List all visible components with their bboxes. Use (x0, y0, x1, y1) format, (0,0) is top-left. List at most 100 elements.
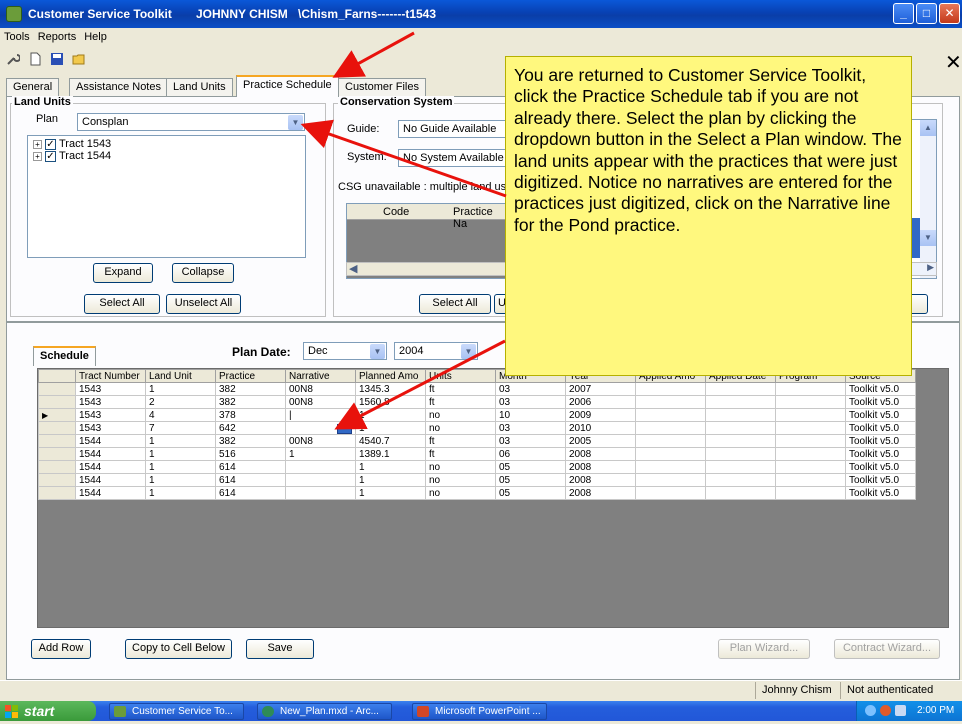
column-header[interactable]: Tract Number (75, 369, 146, 383)
table-cell[interactable] (635, 460, 706, 474)
row-header[interactable] (38, 395, 76, 409)
table-cell[interactable]: 382 (215, 395, 286, 409)
table-cell[interactable] (775, 460, 846, 474)
table-cell[interactable]: 1 (145, 473, 216, 487)
table-cell[interactable]: 2005 (565, 434, 636, 448)
table-cell[interactable]: no (425, 408, 496, 422)
tab-assistance-notes[interactable]: Assistance Notes (69, 78, 168, 96)
row-header[interactable] (38, 421, 76, 435)
plan-wizard-button[interactable]: Plan Wizard... (718, 639, 810, 659)
table-cell[interactable]: 2007 (565, 382, 636, 396)
table-cell[interactable]: 00N8 (285, 395, 356, 409)
new-document-icon[interactable] (28, 52, 42, 66)
table-cell[interactable]: 516 (215, 447, 286, 461)
taskbar-item-powerpoint[interactable]: Microsoft PowerPoint ... (412, 703, 547, 720)
table-cell[interactable] (775, 486, 846, 500)
table-cell[interactable]: 2010 (565, 421, 636, 435)
table-cell[interactable] (635, 421, 706, 435)
table-cell[interactable]: 1560.8 (355, 395, 426, 409)
table-cell[interactable]: 382 (215, 382, 286, 396)
table-row[interactable]: 1544 1 614 1 no 05 2008 Toolkit v5.0 (38, 486, 916, 500)
panel-close-icon[interactable]: ✕ (945, 50, 962, 75)
table-row[interactable]: 1544 1 614 1 no 05 2008 Toolkit v5.0 (38, 460, 916, 474)
table-cell[interactable]: 05 (495, 486, 566, 500)
table-cell[interactable]: 1 (355, 473, 426, 487)
practice-list-hscrollbar[interactable]: ◀ (346, 262, 510, 276)
right-list-vscrollbar[interactable]: ▲ ▼ (920, 120, 936, 278)
save-button[interactable]: Save (246, 639, 314, 659)
table-cell[interactable]: 05 (495, 460, 566, 474)
row-header[interactable] (38, 434, 76, 448)
table-cell[interactable]: no (425, 460, 496, 474)
expand-button[interactable]: Expand (93, 263, 153, 283)
table-row[interactable]: 1543 2 382 00N8 1560.8 ft 03 2006 Toolkit v5.0 (38, 395, 916, 409)
table-cell[interactable] (775, 473, 846, 487)
table-cell[interactable]: ft (425, 395, 496, 409)
collapse-button[interactable]: Collapse (172, 263, 234, 283)
tab-general[interactable]: General (6, 78, 60, 96)
chevron-down-icon[interactable]: ▼ (461, 344, 476, 359)
table-cell[interactable] (285, 473, 356, 487)
table-cell[interactable] (775, 382, 846, 396)
table-cell[interactable] (775, 421, 846, 435)
table-cell[interactable]: 03 (495, 382, 566, 396)
chevron-down-icon[interactable]: ▼ (288, 115, 303, 130)
table-cell[interactable]: 1543 (75, 421, 146, 435)
column-header[interactable]: Practice (215, 369, 286, 383)
start-button[interactable]: start (0, 701, 96, 721)
practice-name-column-header[interactable]: Practice Na (453, 206, 509, 230)
table-row[interactable]: 1544 1 516 1 1389.1 ft 06 2008 Toolkit v5.0 (38, 447, 916, 461)
table-cell[interactable]: 1 (145, 434, 216, 448)
plan-year-select[interactable]: 2004 ▼ (394, 342, 478, 360)
table-cell[interactable] (705, 382, 776, 396)
table-cell[interactable]: 1 (145, 486, 216, 500)
table-cell[interactable]: 2 (145, 395, 216, 409)
table-cell[interactable] (635, 473, 706, 487)
table-cell[interactable] (635, 408, 706, 422)
tab-practice-schedule[interactable]: Practice Schedule (236, 75, 339, 97)
table-cell[interactable]: 00N8 (285, 382, 356, 396)
table-cell[interactable]: Toolkit v5.0 (845, 460, 916, 474)
table-cell[interactable]: 03 (495, 421, 566, 435)
copy-to-cell-below-button[interactable]: Copy to Cell Below (125, 639, 232, 659)
row-header[interactable]: ▶ (38, 408, 76, 422)
column-header[interactable]: Narrative (285, 369, 356, 383)
table-row[interactable]: 1544 1 382 00N8 4540.7 ft 03 2005 Toolkit v5.0 (38, 434, 916, 448)
table-cell[interactable]: Toolkit v5.0 (845, 382, 916, 396)
table-cell[interactable]: 614 (215, 486, 286, 500)
row-header[interactable] (38, 460, 76, 474)
table-cell[interactable]: 382 (215, 434, 286, 448)
column-header[interactable]: Planned Amo (355, 369, 426, 383)
scroll-right-icon[interactable]: ▶ (927, 262, 934, 273)
table-cell[interactable]: 1544 (75, 447, 146, 461)
table-cell[interactable]: 1543 (75, 395, 146, 409)
table-cell[interactable] (775, 395, 846, 409)
table-cell[interactable]: 00N8 (285, 434, 356, 448)
select-all-land-units-button[interactable]: Select All (84, 294, 160, 314)
table-cell[interactable]: 2008 (565, 473, 636, 487)
table-cell[interactable]: 1345.3 (355, 382, 426, 396)
table-cell[interactable]: 2008 (565, 486, 636, 500)
contract-wizard-button[interactable]: Contract Wizard... (834, 639, 940, 659)
table-cell[interactable] (775, 434, 846, 448)
scroll-down-icon[interactable]: ▼ (920, 230, 936, 246)
plan-select[interactable]: Consplan ▼ (77, 113, 305, 131)
table-cell[interactable]: ft (425, 434, 496, 448)
table-cell[interactable]: Toolkit v5.0 (845, 473, 916, 487)
table-cell[interactable]: 2006 (565, 395, 636, 409)
table-cell[interactable]: no (425, 421, 496, 435)
table-cell[interactable]: Toolkit v5.0 (845, 447, 916, 461)
taskbar-item-customer-service[interactable]: Customer Service To... (109, 703, 244, 720)
code-column-header[interactable]: Code (383, 206, 409, 218)
table-cell[interactable]: 378 (215, 408, 286, 422)
table-cell[interactable] (705, 434, 776, 448)
chevron-down-icon[interactable]: ▼ (370, 344, 385, 359)
tab-customer-files[interactable]: Customer Files (338, 78, 426, 96)
column-header[interactable]: Units (425, 369, 496, 383)
table-cell[interactable]: 614 (215, 473, 286, 487)
plan-month-select[interactable]: Dec ▼ (303, 342, 387, 360)
table-row[interactable]: ▶ 1543 4 378 | 1 no 10 2009 Toolkit v5.0 (38, 408, 916, 422)
table-cell[interactable]: 4540.7 (355, 434, 426, 448)
table-cell[interactable]: 1543 (75, 408, 146, 422)
table-cell[interactable]: 1 (355, 460, 426, 474)
